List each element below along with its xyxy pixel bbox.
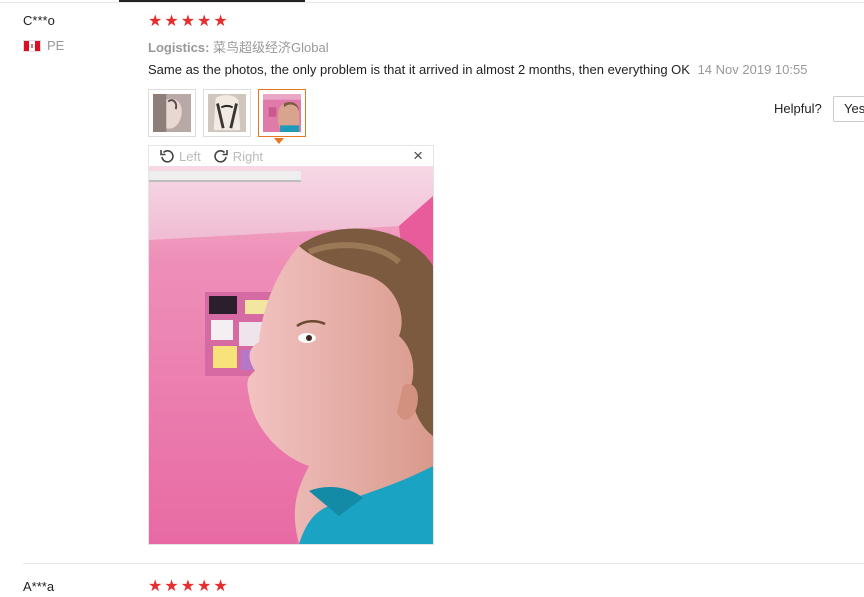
star-icon: ★ [148, 578, 163, 595]
reviewer-name: C***o [23, 13, 55, 28]
review-body: Same as the photos, the only problem is … [148, 62, 807, 77]
review-photo-thumbnails [148, 89, 306, 137]
rotate-left-icon [160, 150, 174, 163]
review-date: 14 Nov 2019 10:55 [697, 62, 808, 77]
logistics-info: Logistics: 菜鸟超级经济Global [148, 37, 329, 56]
review-photo-enlarged [149, 166, 433, 544]
review-photo-thumbnail-2[interactable] [203, 89, 251, 137]
rotate-left-button[interactable]: Left [159, 148, 201, 164]
top-divider [0, 2, 864, 3]
photo-viewer-toolbar: Left Right × [149, 146, 433, 166]
helpful-yes-button[interactable]: Yes [833, 96, 864, 122]
peru-flag-icon [23, 39, 41, 52]
photo-viewer: Left Right × [148, 145, 434, 545]
star-icon: ★ [197, 578, 212, 595]
helpful-label: Helpful? [774, 101, 822, 116]
rotate-left-label: Left [179, 148, 201, 164]
rotate-right-button[interactable]: Right [213, 148, 263, 164]
rotate-right-label: Right [232, 148, 264, 164]
star-icon: ★ [197, 13, 212, 30]
star-icon: ★ [164, 13, 179, 30]
star-icon: ★ [164, 578, 179, 595]
review-text: Same as the photos, the only problem is … [148, 62, 690, 77]
rating-stars: ★ ★ ★ ★ ★ [148, 579, 228, 595]
logistics-value: 菜鸟超级经济Global [213, 40, 329, 55]
star-icon: ★ [148, 13, 163, 30]
selected-thumbnail-pointer [274, 138, 284, 144]
star-icon: ★ [213, 13, 228, 30]
review-divider [23, 563, 864, 564]
country-code: PE [47, 38, 65, 53]
photo-thumbnail-image [153, 94, 191, 132]
logistics-label: Logistics: [148, 40, 210, 55]
star-icon: ★ [180, 578, 196, 595]
star-icon: ★ [180, 13, 196, 30]
close-icon[interactable]: × [413, 147, 423, 165]
photo-thumbnail-image [263, 94, 301, 132]
rotate-right-icon [213, 150, 228, 163]
review-photo-thumbnail-1[interactable] [148, 89, 196, 137]
star-icon: ★ [213, 578, 228, 595]
reviewer-country: PE [23, 38, 64, 53]
review-photo-thumbnail-3[interactable] [258, 89, 306, 137]
photo-thumbnail-image [208, 94, 246, 132]
rating-stars: ★ ★ ★ ★ ★ [148, 14, 228, 30]
reviewer-name: A***a [23, 579, 55, 594]
